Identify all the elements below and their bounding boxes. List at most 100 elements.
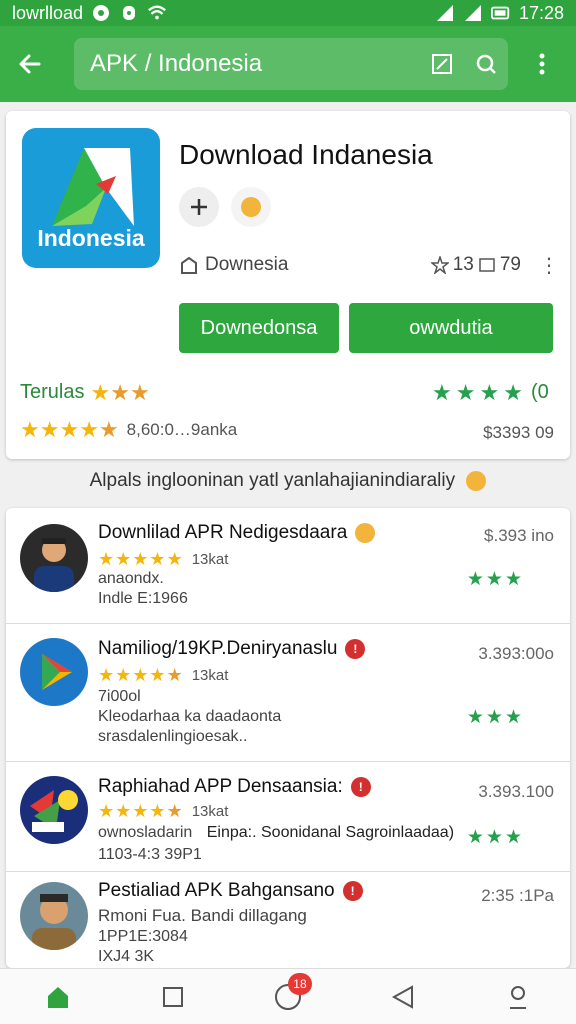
star-icon: ★	[479, 379, 500, 405]
size-text: $3393 09	[483, 423, 554, 442]
developer-icon	[181, 256, 197, 274]
nav-home-button[interactable]	[28, 969, 88, 1024]
list-item-line1b-text: Einpa:. Soonidanal Sagroinlaadaa)	[206, 824, 455, 841]
status-time: 17:28	[518, 2, 564, 23]
avatar	[20, 776, 88, 844]
list-item-line2: Indle E:1966	[98, 590, 188, 607]
list-item-line1: 7i00ol	[98, 688, 141, 705]
star-outline-icon	[430, 256, 449, 274]
list-item[interactable]: Downlilad APR Nedigesdaara $.393 ino ★ ★…	[6, 508, 570, 624]
app-list: Downlilad APR Nedigesdaara $.393 ino ★ ★…	[6, 508, 570, 968]
list-item-line1: anaondx.	[98, 570, 164, 587]
person-icon	[510, 985, 527, 1009]
star-icon: ★	[115, 801, 132, 821]
developer-row: Downesia 13 79 ⋮	[179, 251, 559, 279]
list-item-line1: ownosladarin Einpa:. Soonidanal Sagroinl…	[98, 824, 454, 842]
install-button[interactable]: Downedonsa	[179, 303, 339, 353]
rating-label: Terulas	[20, 381, 85, 403]
app-logo-text: Indonesia	[37, 225, 145, 251]
triangle-back-icon	[392, 984, 414, 1009]
battery-icon	[490, 4, 511, 22]
star-icon: ★	[504, 569, 522, 590]
downloads-row: ★ ★ ★ ★ ★ 8,60:0…9anka	[20, 419, 237, 441]
nav-square-button[interactable]	[143, 969, 203, 1024]
list-item-price: $.393 ino	[484, 526, 554, 545]
caption-text: Alpals inglooninan yatl yanlahajianindia…	[89, 470, 456, 491]
star-icon: ★	[115, 665, 132, 685]
star-icon: ★	[485, 707, 503, 728]
list-item-line2: 1103-4:3 39P1	[98, 846, 202, 863]
list-item[interactable]: Namiliog/19KP.Deniryanaslu ! 3.393:00o ★…	[6, 624, 570, 762]
list-item-green-rating: ★ ★ ★	[467, 570, 522, 589]
search-bar[interactable]: APK / Indonesia	[74, 38, 508, 90]
badge-icon: !	[345, 639, 366, 659]
star-icon: ★	[132, 665, 149, 685]
list-item-rating-count: 13kat	[191, 802, 229, 820]
list-item-title: Pestialiad APK Bahgansano !	[98, 880, 363, 902]
star-icon: ★	[98, 801, 115, 821]
list-item-title: Downlilad APR Nedigesdaara	[98, 522, 376, 544]
list-item-line2: Kleodarhaa ka daadaonta	[98, 708, 282, 725]
bookmark-button[interactable]	[420, 42, 464, 86]
person-photo-icon	[32, 894, 76, 950]
star-icon: ★	[132, 801, 149, 821]
avatar	[20, 524, 88, 592]
notification-badge: 18	[287, 972, 312, 995]
star-icon: ★	[115, 549, 132, 569]
developer-name[interactable]: Downesia	[205, 254, 288, 276]
list-item-rating: ★ ★ ★ ★ ★ 13kat	[98, 802, 228, 820]
star-icon: ★	[466, 827, 484, 848]
star-icon: ★	[466, 569, 484, 590]
list-item-title: Namiliog/19KP.Deniryanaslu !	[98, 638, 366, 660]
list-item[interactable]: Pestialiad APK Bahgansano ! 2:35 :1Pa Rm…	[6, 872, 570, 968]
overflow-dots-icon[interactable]: ⋮	[539, 253, 559, 278]
star-icon: ★	[466, 707, 484, 728]
star-icon: ★	[20, 417, 40, 442]
list-item-green-rating: ★ ★ ★	[467, 708, 522, 727]
person-photo-icon	[34, 538, 74, 592]
stat-a: 13	[452, 254, 474, 275]
list-item[interactable]: Raphiahad APP Densaansia: ! 3.393.100 ★ …	[6, 762, 570, 872]
green-rating-row: ★ ★ ★ ★ (0	[432, 381, 549, 404]
star-icon: ★	[98, 549, 115, 569]
nav-back-button[interactable]	[373, 969, 433, 1024]
star-icon: ★	[59, 417, 80, 442]
app-detail-card: Indonesia Download Indanesia Downesia 13…	[6, 111, 570, 459]
star-icon: ★	[504, 707, 522, 728]
plus-chip[interactable]	[179, 187, 219, 227]
list-item-rating-count: 13kat	[191, 550, 229, 568]
list-item-title-text: Raphiahad APP Densaansia:	[98, 776, 343, 797]
list-item-line3: IXJ4 3K	[98, 948, 155, 965]
status-left-label: lowrlload	[12, 2, 84, 23]
app-bar: APK / Indonesia	[0, 26, 576, 102]
list-item-line1: Rmoni Fua. Bandi dillagang	[98, 906, 307, 925]
app-mascot-icon	[30, 790, 78, 832]
bottom-navigation: 18	[0, 968, 576, 1024]
search-input[interactable]: APK / Indonesia	[90, 50, 420, 78]
star-icon: ★	[166, 549, 183, 569]
nav-profile-button[interactable]	[488, 969, 548, 1024]
back-button[interactable]	[0, 26, 60, 102]
star-icon: ★	[485, 827, 503, 848]
star-icon: ★	[110, 379, 130, 405]
open-button[interactable]: owwdutia	[349, 303, 553, 353]
star-icon: ★	[90, 379, 111, 405]
avatar	[20, 638, 88, 706]
app-title: Download Indanesia	[179, 139, 433, 170]
search-button[interactable]	[464, 42, 508, 86]
list-item-price: 3.393.100	[478, 782, 554, 801]
emoji-chip[interactable]	[231, 187, 271, 227]
square-icon	[162, 986, 183, 1007]
avatar	[20, 882, 88, 950]
status-bar: lowrlload 17:28	[0, 0, 576, 26]
list-item-title-text: Namiliog/19KP.Deniryanaslu	[98, 638, 338, 659]
home-icon	[47, 986, 68, 1008]
rating-count-right: (0	[530, 381, 549, 403]
star-icon: ★	[149, 549, 166, 569]
review-icon	[479, 258, 495, 272]
star-icon: ★	[485, 569, 503, 590]
lock-icon	[119, 4, 139, 22]
plus-icon	[191, 199, 207, 215]
nav-circle-button[interactable]: 18	[258, 969, 318, 1024]
more-options-button[interactable]	[522, 42, 562, 86]
